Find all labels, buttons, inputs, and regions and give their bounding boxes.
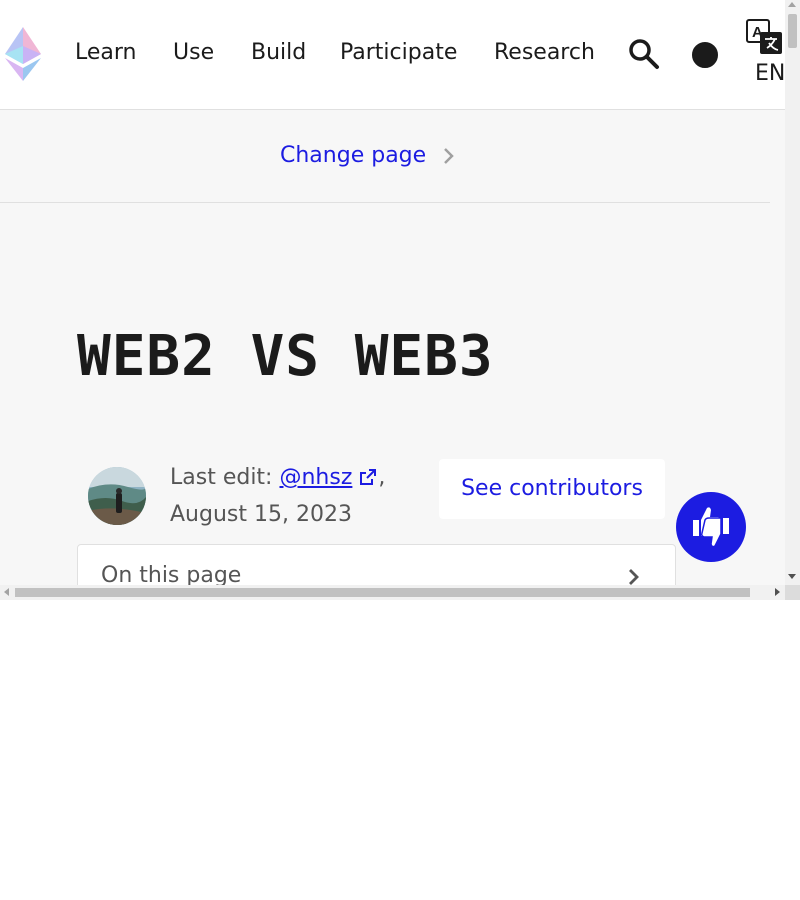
- page-title: WEB2 VS WEB3: [77, 324, 494, 389]
- vertical-scrollbar[interactable]: [785, 0, 800, 585]
- scroll-left-arrow-icon[interactable]: [4, 588, 9, 596]
- ethereum-logo-icon[interactable]: [5, 27, 41, 81]
- dark-mode-toggle-icon[interactable]: [688, 38, 722, 72]
- external-link-icon: [360, 469, 377, 485]
- last-edit-label: Last edit:: [170, 465, 273, 490]
- change-page-link[interactable]: Change page: [280, 140, 456, 172]
- see-contributors-button[interactable]: See contributors: [439, 459, 665, 519]
- last-edit-date: August 15, 2023: [170, 502, 352, 527]
- language-code: EN: [755, 61, 785, 86]
- scroll-down-arrow-icon[interactable]: [788, 574, 796, 579]
- nav-link-build[interactable]: Build: [251, 38, 306, 68]
- nav-link-learn[interactable]: Learn: [75, 38, 137, 68]
- author-name: @nhsz: [279, 465, 353, 490]
- vertical-scroll-thumb[interactable]: [788, 14, 797, 48]
- author-link[interactable]: @nhsz: [279, 465, 352, 490]
- feedback-thumbs-icon[interactable]: [676, 492, 746, 562]
- change-page-label: Change page: [280, 143, 427, 168]
- horizontal-scroll-thumb[interactable]: [15, 588, 750, 597]
- chevron-right-icon: [629, 569, 639, 585]
- last-edit-info: Last edit: @nhsz , August 15, 2023: [170, 465, 386, 527]
- scrollbar-corner: [785, 585, 800, 600]
- on-this-page-dropdown[interactable]: On this page: [77, 544, 676, 585]
- nav-link-participate[interactable]: Participate: [340, 38, 457, 68]
- chevron-right-icon: [444, 148, 454, 164]
- language-picker-button[interactable]: A EN: [744, 18, 785, 92]
- change-page-bar: Change page: [0, 110, 770, 203]
- nav-link-research[interactable]: Research: [494, 38, 595, 68]
- nav-link-use[interactable]: Use: [173, 38, 214, 68]
- toc-label: On this page: [101, 563, 242, 585]
- page-viewport: Learn Use Build Participate Research A E…: [0, 0, 785, 585]
- search-icon[interactable]: [626, 36, 662, 72]
- horizontal-scrollbar[interactable]: [0, 585, 785, 600]
- scroll-up-arrow-icon[interactable]: [788, 2, 796, 7]
- top-navigation: Learn Use Build Participate Research A E…: [0, 0, 785, 110]
- author-avatar: [88, 467, 146, 525]
- scroll-right-arrow-icon[interactable]: [775, 588, 780, 596]
- translate-icon: A: [745, 18, 785, 56]
